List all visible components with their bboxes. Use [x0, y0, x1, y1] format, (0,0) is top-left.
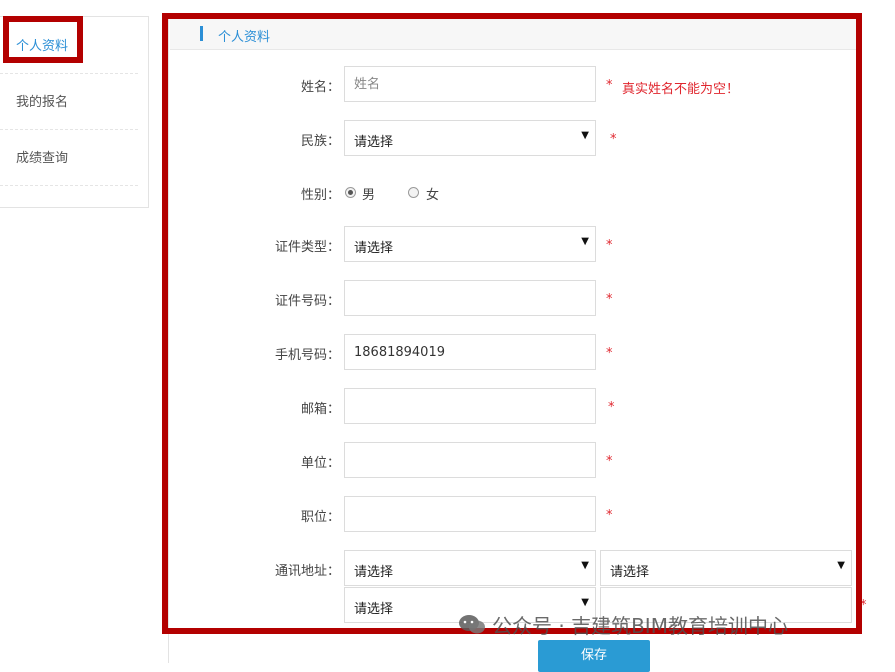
company-label: 单位：	[300, 456, 340, 471]
id-type-select-value: 请选择	[354, 241, 394, 256]
position-label: 职位：	[300, 510, 340, 525]
address-city-select[interactable]: 请选择 ▼	[600, 550, 852, 586]
header-accent-bar	[200, 26, 203, 41]
address-province-select[interactable]: 请选择 ▼	[344, 550, 596, 586]
province-select-value: 请选择	[354, 565, 394, 580]
gender-radio-male[interactable]	[345, 187, 356, 198]
address-label: 通讯地址：	[274, 564, 340, 579]
name-label: 姓名：	[300, 80, 340, 95]
chevron-down-icon: ▼	[581, 560, 589, 571]
id-number-input[interactable]	[344, 280, 596, 316]
chevron-down-icon: ▼	[837, 560, 845, 571]
gender-option-label: 女	[426, 188, 440, 203]
required-mark: *	[606, 238, 613, 253]
id-type-select[interactable]: 请选择 ▼	[344, 226, 596, 262]
position-input[interactable]	[344, 496, 596, 532]
chevron-down-icon: ▼	[581, 597, 589, 608]
name-error-message: 真实姓名不能为空！	[622, 82, 740, 97]
required-mark: *	[608, 400, 615, 415]
sidebar-item-label: 成绩查询	[16, 151, 69, 166]
city-select-value: 请选择	[610, 565, 650, 580]
panel-header: 个人资料	[170, 18, 858, 50]
ethnicity-label: 民族：	[300, 134, 340, 149]
required-mark: *	[606, 454, 613, 469]
gender-label: 性别：	[300, 188, 340, 203]
gender-radio-female[interactable]	[408, 187, 419, 198]
required-mark: *	[606, 292, 613, 307]
company-input[interactable]	[344, 442, 596, 478]
email-input[interactable]	[344, 388, 596, 424]
wechat-icon	[459, 615, 485, 634]
watermark-text: 公众号 · 吉建筑BIM教育培训中心	[492, 614, 788, 638]
sidebar-item-score-query[interactable]: 成绩查询	[0, 129, 138, 186]
phone-input[interactable]	[344, 334, 596, 370]
required-mark: *	[606, 346, 613, 361]
id-number-label: 证件号码：	[274, 294, 340, 309]
chevron-down-icon: ▼	[581, 130, 589, 141]
chevron-down-icon: ▼	[581, 236, 589, 247]
required-mark: *	[606, 78, 613, 93]
phone-label: 手机号码：	[274, 348, 340, 363]
ethnicity-select-value: 请选择	[354, 135, 394, 150]
panel-title: 个人资料	[218, 30, 271, 45]
email-label: 邮箱：	[300, 402, 340, 417]
sidebar-item-label: 我的报名	[16, 95, 69, 110]
name-input[interactable]	[344, 66, 596, 102]
required-mark: *	[860, 598, 867, 613]
sidebar-item-my-registration[interactable]: 我的报名	[0, 73, 138, 130]
sidebar-highlight-box	[3, 16, 83, 63]
gender-option-label: 男	[362, 188, 376, 203]
district-select-value: 请选择	[354, 602, 394, 617]
required-mark: *	[610, 132, 617, 147]
save-button[interactable]: 保存	[538, 640, 650, 672]
id-type-label: 证件类型：	[274, 240, 340, 255]
required-mark: *	[606, 508, 613, 523]
ethnicity-select[interactable]: 请选择 ▼	[344, 120, 596, 156]
